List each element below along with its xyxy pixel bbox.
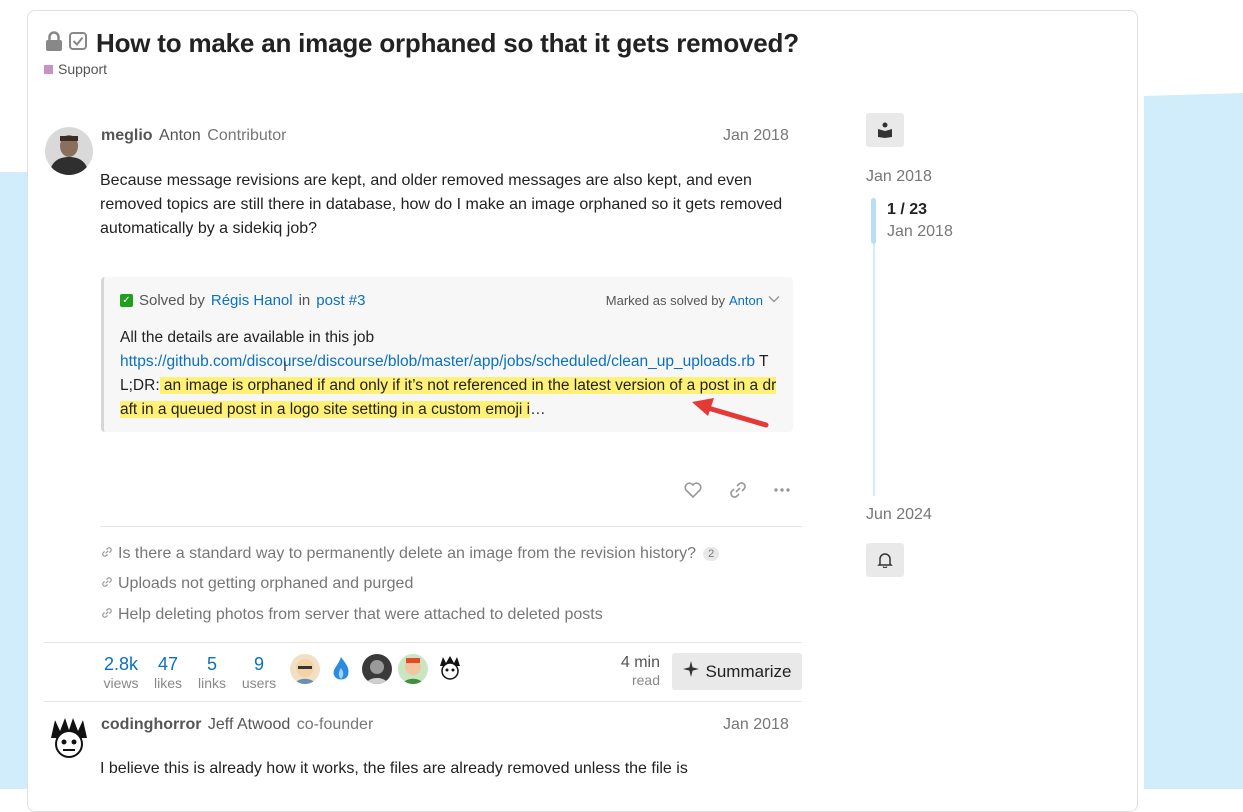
timeline-start-date[interactable]: Jan 2018 — [866, 168, 932, 186]
stat-label: views — [103, 675, 139, 691]
participant-avatar[interactable] — [435, 654, 465, 684]
solution-intro: All the details are available in this jo… — [120, 329, 375, 346]
avatar[interactable] — [45, 127, 93, 175]
read-time-label: read — [631, 672, 660, 688]
divider — [100, 526, 802, 527]
page-title[interactable]: How to make an image orphaned so that it… — [96, 28, 799, 59]
divider — [44, 642, 802, 643]
stat-number: 5 — [206, 654, 217, 674]
stat-links[interactable]: 5 links — [195, 654, 229, 692]
post-ref-link[interactable]: post #3 — [316, 292, 365, 309]
related-link[interactable]: Uploads not getting orphaned and purged — [101, 575, 413, 593]
topic-header: How to make an image orphaned so that it… — [44, 28, 799, 59]
post-author: codinghorror Jeff Atwood co-founder — [101, 716, 373, 734]
stat-label: likes — [153, 675, 182, 691]
highlighted-text: an image is orphaned if and only if it’s… — [120, 377, 777, 418]
stat-label: users — [241, 675, 277, 691]
solution-link[interactable]: https://github.com/discourse/discourse/b… — [120, 353, 755, 370]
annotation-arrow-icon — [692, 398, 769, 428]
ellipsis: … — [530, 401, 546, 418]
avatar[interactable] — [45, 716, 93, 764]
related-link-text: Help deleting photos from server that we… — [118, 606, 603, 623]
page-background-right — [1144, 93, 1243, 789]
solver-link[interactable]: Régis Hanol — [211, 292, 293, 309]
timeline-position: 1 / 23 — [887, 201, 928, 218]
participant-avatar[interactable] — [326, 654, 356, 684]
solved-checkbox-icon — [68, 31, 88, 56]
full-name[interactable]: Anton — [159, 127, 201, 144]
full-name[interactable]: Jeff Atwood — [208, 716, 290, 733]
like-icon[interactable] — [681, 478, 705, 502]
marked-by-link[interactable]: Anton — [729, 293, 763, 308]
related-link[interactable]: Help deleting photos from server that we… — [101, 606, 603, 624]
username[interactable]: codinghorror — [101, 716, 201, 733]
user-title: Contributor — [207, 127, 287, 144]
category-color-square — [44, 64, 53, 74]
marked-as-solved[interactable]: Marked as solved by Anton — [606, 292, 781, 309]
reader-mode-button[interactable] — [866, 113, 904, 147]
category-badge[interactable]: Support — [44, 61, 107, 77]
category-label: Support — [58, 61, 108, 77]
solved-header: ✓ Solved by Régis Hanol in post #3 — [120, 292, 366, 309]
stat-label: links — [197, 675, 226, 691]
stat-number: 2.8k — [103, 654, 139, 674]
post-date[interactable]: Jan 2018 — [723, 127, 789, 145]
stat-views: 2.8k views — [100, 654, 142, 692]
marked-label: Marked as solved by — [605, 293, 726, 308]
in-label: in — [298, 292, 311, 309]
post-body: I believe this is already how it works, … — [100, 760, 688, 777]
link-icon — [101, 575, 113, 593]
share-link-icon[interactable] — [726, 478, 750, 502]
click-count-badge: 2 — [703, 547, 720, 561]
participant-avatar[interactable] — [362, 654, 392, 684]
bell-icon — [877, 553, 893, 568]
link-icon — [101, 606, 113, 624]
related-link-text: Is there a standard way to permanently d… — [118, 545, 697, 562]
read-time-number: 4 min — [620, 654, 660, 671]
username[interactable]: meglio — [101, 127, 153, 144]
solution-excerpt[interactable]: All the details are available in this jo… — [120, 326, 780, 422]
divider — [44, 701, 802, 702]
text-cursor-icon: I — [283, 358, 287, 374]
stat-users[interactable]: 9 users — [240, 654, 278, 692]
notifications-button[interactable] — [866, 543, 904, 577]
stat-number: 9 — [253, 654, 264, 674]
summarize-label: Summarize — [705, 661, 792, 681]
chevron-down-icon[interactable] — [767, 292, 781, 309]
link-icon — [101, 545, 113, 563]
solved-check-icon: ✓ — [120, 294, 133, 307]
participant-avatar[interactable] — [398, 654, 428, 684]
participant-avatar[interactable] — [290, 654, 320, 684]
post-author: meglio Anton Contributor — [101, 127, 286, 145]
stat-likes: 47 likes — [151, 654, 185, 692]
post-date[interactable]: Jan 2018 — [723, 716, 789, 734]
stat-number: 47 — [157, 654, 179, 674]
lock-icon — [44, 31, 64, 56]
book-reader-icon — [878, 122, 892, 138]
related-link-text: Uploads not getting orphaned and purged — [118, 575, 414, 592]
related-link[interactable]: Is there a standard way to permanently d… — [101, 545, 720, 563]
post-body: Because message revisions are kept, and … — [100, 172, 783, 237]
sparkle-icon — [682, 661, 699, 682]
read-time: 4 min read — [603, 654, 660, 688]
timeline-position-date: Jan 2018 — [887, 223, 953, 240]
timeline-end-date[interactable]: Jun 2024 — [866, 506, 932, 524]
more-options-icon[interactable] — [770, 478, 794, 502]
solved-by-label: Solved by — [139, 292, 205, 309]
timeline-handle[interactable] — [871, 198, 876, 244]
user-title: co-founder — [296, 716, 374, 733]
summarize-button[interactable]: Summarize — [672, 653, 802, 690]
